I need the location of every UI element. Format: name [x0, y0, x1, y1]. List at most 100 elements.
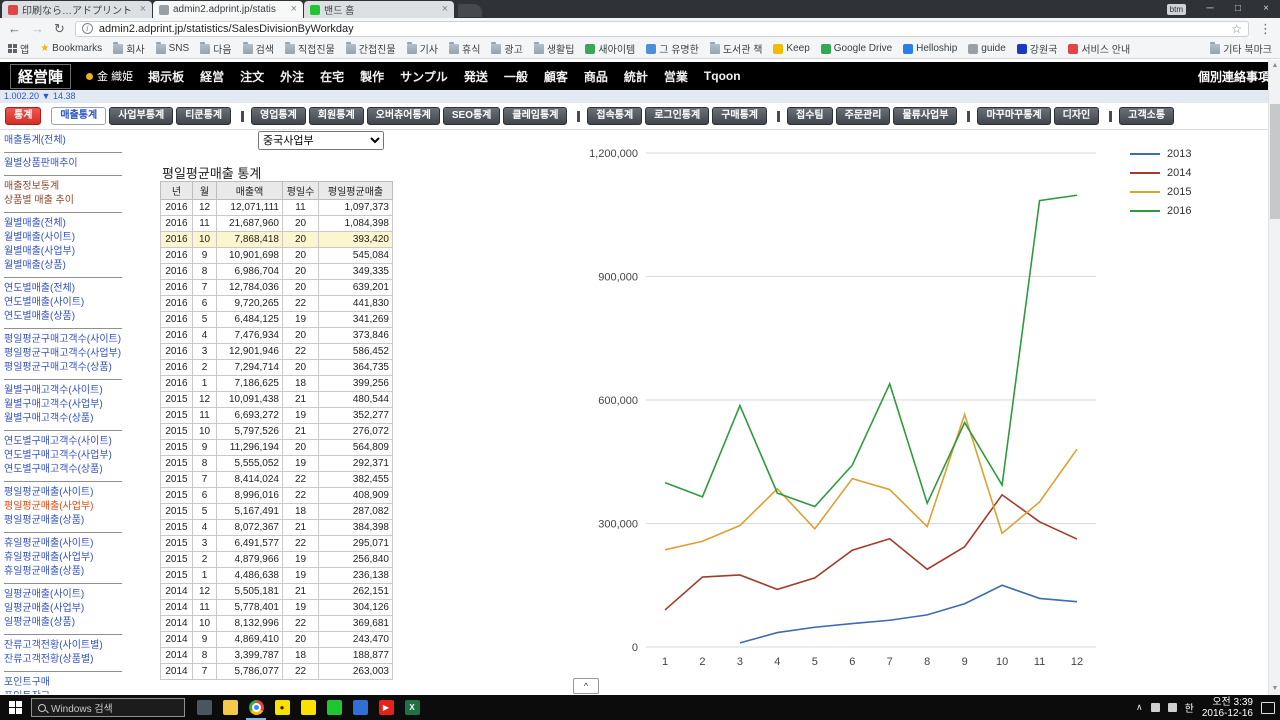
taskbar-clock[interactable]: 오전 3:39 2016-12-16: [1202, 697, 1253, 719]
tab-매출통계[interactable]: 매출통계: [51, 107, 107, 125]
bookmark-item[interactable]: 새아이템: [585, 41, 635, 56]
sidebar-item[interactable]: 월별구매고객수(상품): [4, 412, 130, 426]
sidebar-item[interactable]: 일평균매출(사업부): [4, 602, 130, 616]
sidebar-item[interactable]: 평일평균매출(사업부): [4, 500, 130, 514]
notification-center-icon[interactable]: [1261, 701, 1275, 714]
sidebar-item[interactable]: 상품별 매출 추이: [4, 194, 130, 208]
tray-chevron-icon[interactable]: ∧: [1136, 702, 1143, 713]
sidebar-item[interactable]: 매출통계(전체): [4, 134, 130, 148]
url-text[interactable]: admin2.adprint.jp/statistics/SalesDivisi…: [99, 23, 1225, 35]
nav-item[interactable]: 製作: [360, 68, 384, 85]
taskbar-icon-band[interactable]: [321, 695, 347, 720]
bookmark-item[interactable]: 서비스 안내: [1068, 41, 1130, 56]
bookmark-item[interactable]: ★ Bookmarks: [40, 43, 102, 54]
sidebar-item[interactable]: 월별구매고객수(사업부): [4, 398, 130, 412]
volume-icon[interactable]: [1167, 703, 1177, 712]
sidebar-item[interactable]: 월별매출(상품): [4, 259, 130, 273]
browser-tab[interactable]: 밴드 홈 ×: [304, 1, 454, 18]
browser-tab[interactable]: admin2.adprint.jp/statis ×: [153, 1, 303, 18]
sidebar-item[interactable]: 평일평균매출(상품): [4, 514, 130, 528]
tab-물류사업부[interactable]: 물류사업부: [893, 107, 958, 125]
bookmark-item[interactable]: 생활팁: [533, 41, 574, 56]
nav-right-link[interactable]: 個別連絡事項: [1198, 68, 1270, 85]
collapse-button[interactable]: ^: [573, 678, 599, 694]
forward-icon[interactable]: →: [31, 22, 44, 35]
taskbar-icon-desktop-app[interactable]: [191, 695, 217, 720]
page-scrollbar[interactable]: ▲ ▼: [1268, 60, 1280, 695]
bookmark-item[interactable]: 기사: [406, 41, 438, 56]
bookmark-item[interactable]: 도서관 책: [709, 41, 762, 56]
sidebar-item[interactable]: 잔류고객전황(상품별): [4, 653, 130, 667]
close-icon[interactable]: ×: [1252, 0, 1280, 18]
nav-item[interactable]: 掲示板: [148, 68, 184, 85]
sidebar-item[interactable]: 월별매출(사업부): [4, 245, 130, 259]
tab-회원통계[interactable]: 회원통계: [308, 107, 364, 125]
sidebar-item[interactable]: 일평균매출(상품): [4, 616, 130, 630]
bookmark-star-icon[interactable]: ☆: [1231, 22, 1242, 36]
nav-item[interactable]: Tqoon: [704, 69, 741, 83]
bookmark-item[interactable]: 직접진물: [284, 41, 335, 56]
nav-item[interactable]: 発送: [464, 68, 488, 85]
sidebar-item[interactable]: 연도별구매고객수(사업부): [4, 449, 130, 463]
bookmark-item[interactable]: SNS: [155, 41, 189, 54]
taskbar-icon-kakao-app[interactable]: [295, 695, 321, 720]
back-icon[interactable]: ←: [8, 22, 21, 35]
taskbar-icon-blue-app[interactable]: [347, 695, 373, 720]
division-select[interactable]: 중국사업부: [258, 131, 384, 150]
nav-item[interactable]: 顧客: [544, 68, 568, 85]
bookmark-item[interactable]: 그 유명한: [646, 41, 699, 56]
tab-SEO통계[interactable]: SEO통계: [442, 107, 501, 125]
sidebar-item[interactable]: 월별매출(전체): [4, 217, 130, 231]
scrollbar-thumb[interactable]: [1270, 104, 1280, 219]
sidebar-item[interactable]: 월별매출(사이트): [4, 231, 130, 245]
nav-item[interactable]: 外注: [280, 68, 304, 85]
nav-item[interactable]: サンプル: [400, 68, 448, 85]
windows-search-box[interactable]: Windows 검색: [31, 698, 185, 717]
tab-마꾸마꾸통계[interactable]: 마꾸마꾸통계: [977, 107, 1051, 125]
nav-item[interactable]: 営業: [664, 68, 688, 85]
tab-로그인통계[interactable]: 로그인통계: [645, 107, 710, 125]
new-tab-button[interactable]: [458, 4, 482, 17]
sidebar-item[interactable]: 연도별매출(상품): [4, 310, 130, 324]
start-button[interactable]: [9, 701, 22, 714]
bookmark-item[interactable]: 강원국: [1016, 41, 1057, 56]
taskbar-icon-youtube[interactable]: ▶: [373, 695, 399, 720]
sidebar-item[interactable]: 포인트구매: [4, 676, 130, 690]
nav-item[interactable]: 注文: [240, 68, 264, 85]
tab-클레임통계[interactable]: 클레임통계: [503, 107, 568, 125]
tab-주문관리[interactable]: 주문관리: [835, 107, 891, 125]
tab-고객소통[interactable]: 고객소통: [1119, 107, 1175, 125]
bookmark-item[interactable]: 간접진물: [345, 41, 396, 56]
bookmark-item[interactable]: 광고: [491, 41, 523, 56]
nav-item[interactable]: 在宅: [320, 68, 344, 85]
bookmark-item[interactable]: 회사: [113, 41, 145, 56]
sidebar-item[interactable]: 월별구매고객수(사이트): [4, 384, 130, 398]
sidebar-item[interactable]: 평일평균구매고객수(사이트): [4, 333, 130, 347]
browser-menu-icon[interactable]: ⋮: [1259, 21, 1272, 37]
tab-티쿤통계[interactable]: 티쿤통계: [176, 107, 232, 125]
scroll-up-icon[interactable]: ▲: [1269, 60, 1280, 72]
bookmark-item[interactable]: guide: [968, 43, 1006, 54]
taskbar-icon-kakaotalk[interactable]: ●: [269, 695, 295, 720]
sidebar-item[interactable]: 휴일평균매출(사업부): [4, 551, 130, 565]
sidebar-item[interactable]: 평일평균구매고객수(상품): [4, 361, 130, 375]
sidebar-item[interactable]: 평일평균매출(사이트): [4, 486, 130, 500]
sidebar-item[interactable]: 월별상품판매추이: [4, 157, 130, 171]
bookmark-item[interactable]: Helloship: [903, 43, 957, 54]
bookmark-item[interactable]: 다음: [200, 41, 232, 56]
sidebar-item[interactable]: 포인트잔고: [4, 690, 130, 694]
tab-close-icon[interactable]: ×: [442, 4, 448, 15]
page-info-icon[interactable]: i: [81, 23, 93, 34]
sidebar-item[interactable]: 연도별매출(전체): [4, 282, 130, 296]
taskbar-icon-chrome[interactable]: [243, 695, 269, 720]
sidebar-item[interactable]: 연도별매출(사이트): [4, 296, 130, 310]
ime-indicator[interactable]: 한: [1185, 700, 1194, 715]
nav-item[interactable]: 統計: [624, 68, 648, 85]
sidebar-item[interactable]: 휴일평균매출(상품): [4, 565, 130, 579]
tab-stats-home[interactable]: 통계: [5, 107, 42, 125]
tab-close-icon[interactable]: ×: [140, 4, 146, 15]
bookmark-item[interactable]: Google Drive: [820, 43, 892, 54]
tab-사업부통계[interactable]: 사업부통계: [109, 107, 174, 125]
sidebar-item[interactable]: 연도별구매고객수(사이트): [4, 435, 130, 449]
sidebar-item[interactable]: 평일평균구매고객수(사업부): [4, 347, 130, 361]
